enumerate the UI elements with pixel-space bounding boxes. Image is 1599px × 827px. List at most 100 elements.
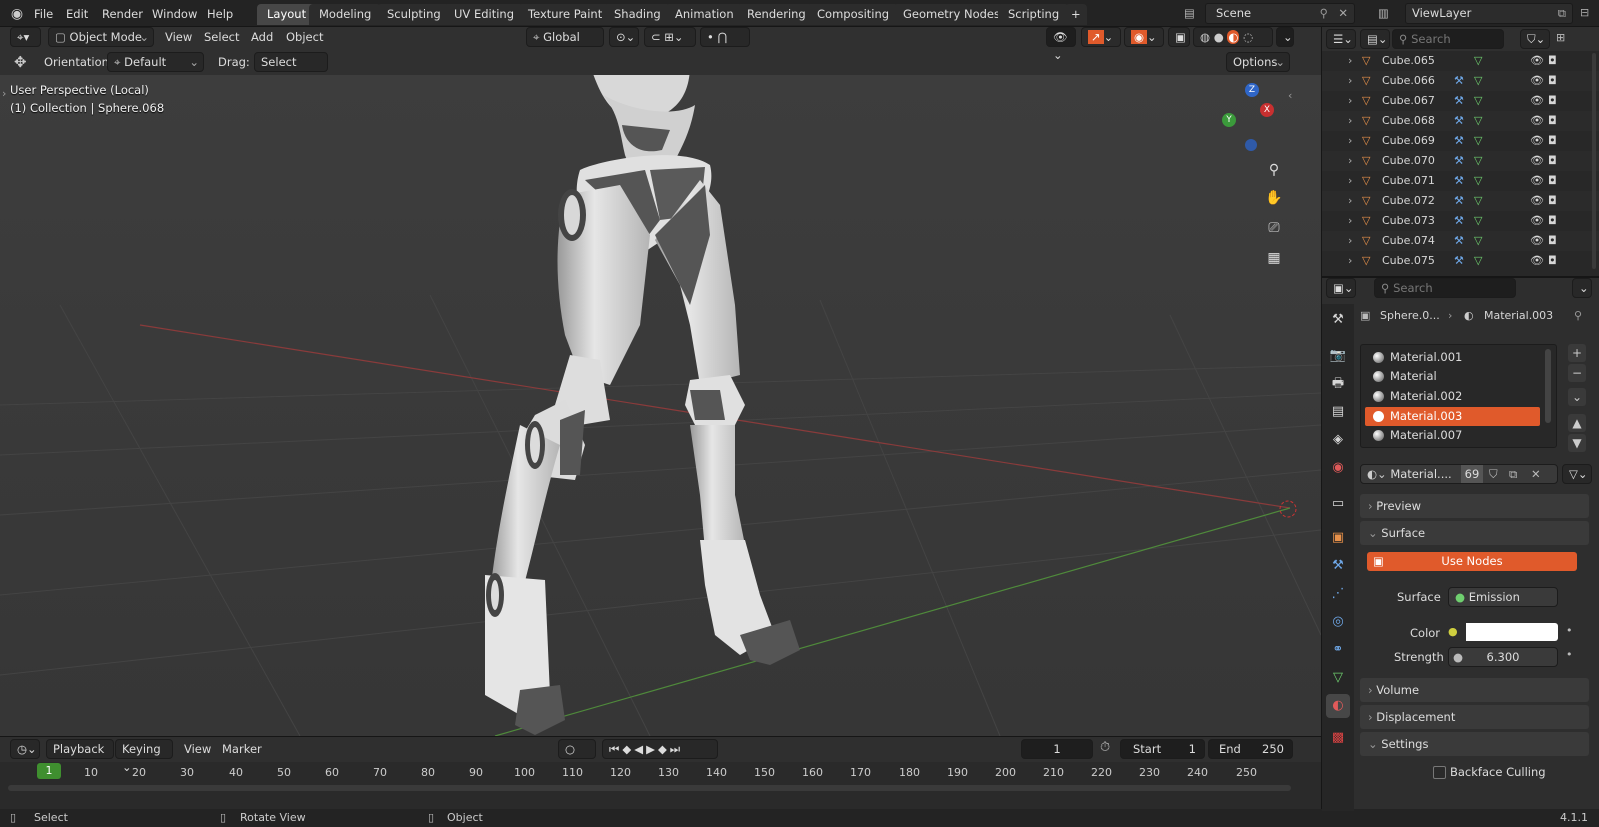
timeline-menu-view[interactable]: View <box>184 740 211 758</box>
list-item[interactable]: Material.007 <box>1365 426 1540 445</box>
expand-arrow-icon[interactable]: › <box>1348 131 1352 151</box>
list-item[interactable]: › ▽ Cube.068 ⚒ ▽ 👁 ◘ <box>1322 111 1599 131</box>
properties-search[interactable]: ⚲ Search <box>1374 278 1516 298</box>
menu-edit[interactable]: Edit <box>66 5 88 23</box>
panel-preview[interactable]: › Preview <box>1360 494 1589 518</box>
prev-keyframe-icon[interactable]: ◆ <box>622 742 634 756</box>
gizmo-z-icon[interactable]: Z <box>1245 83 1259 97</box>
expand-arrow-icon[interactable]: › <box>1348 71 1352 91</box>
list-item[interactable]: › ▽ Cube.073 ⚒ ▽ 👁 ◘ <box>1322 211 1599 231</box>
zoom-icon[interactable]: ⚲ <box>1261 157 1287 183</box>
proportional-editing-button[interactable]: • ⋂ <box>700 27 750 47</box>
move-slot-down-button[interactable]: ▼ <box>1568 434 1586 452</box>
auto-keying-button[interactable]: ○ <box>558 739 596 759</box>
pivot-point-button[interactable]: ⊙⌄ <box>609 27 639 47</box>
expand-arrow-icon[interactable]: › <box>1348 231 1352 251</box>
material-browse-icon[interactable]: ◐⌄ <box>1367 467 1387 481</box>
snapping-button[interactable]: ⊂ ⊞⌄ <box>644 27 696 47</box>
camera-icon[interactable]: ◘ <box>1548 51 1557 71</box>
unlink-icon[interactable]: ✕ <box>1531 465 1541 483</box>
outliner-search[interactable]: ⚲ Search <box>1392 29 1504 49</box>
material-preview-icon[interactable]: ◐ <box>1227 30 1240 44</box>
gizmo-toggle[interactable]: ↗ ⌄ <box>1081 27 1121 47</box>
visibility-button[interactable]: 👁⌄ <box>1046 27 1076 62</box>
camera-icon[interactable]: ◘ <box>1548 91 1557 111</box>
orientation-dropdown[interactable]: ⌖ Default ⌄ <box>107 52 204 72</box>
view-layer-tab-icon[interactable]: ▤ <box>1326 400 1350 424</box>
color-socket-icon[interactable]: ● <box>1448 623 1464 641</box>
gizmo-negative-z-icon[interactable] <box>1245 139 1257 151</box>
3d-viewport[interactable]: User Perspective (Local) (1) Collection … <box>0 75 1321 736</box>
expand-arrow-icon[interactable]: › <box>1348 251 1352 271</box>
eye-icon[interactable]: 👁 <box>1530 71 1544 91</box>
close-icon[interactable]: ✕ <box>1338 4 1348 23</box>
playback-controls[interactable]: ⏮◆◀▶◆⏭ <box>602 739 718 759</box>
data-tab-icon[interactable]: ▽ <box>1326 666 1350 690</box>
list-item[interactable]: › ▽ Cube.067 ⚒ ▽ 👁 ◘ <box>1322 91 1599 111</box>
scene-tab-icon[interactable]: ◈ <box>1326 428 1350 452</box>
tab-sculpting[interactable]: Sculpting <box>377 4 451 25</box>
slot-specials-button[interactable]: ⌄ <box>1568 388 1586 406</box>
list-scrollbar[interactable] <box>1545 349 1551 423</box>
navigation-gizmo[interactable]: Z X Y <box>1220 83 1280 153</box>
camera-icon[interactable]: ◘ <box>1548 151 1557 171</box>
toolbar-toggle-icon[interactable]: › <box>2 87 6 100</box>
camera-icon[interactable]: ◘ <box>1548 111 1557 131</box>
properties-editor-type-button[interactable]: ▣⌄ <box>1326 278 1356 298</box>
editor-type-button[interactable]: ⌖▾ <box>10 27 41 47</box>
timeline-editor-type-button[interactable]: ◷⌄ <box>10 739 40 759</box>
backface-culling-checkbox[interactable] <box>1433 766 1446 779</box>
tab-texture-paint[interactable]: Texture Paint <box>518 4 613 25</box>
tab-uv-editing[interactable]: UV Editing <box>444 4 524 25</box>
list-item[interactable]: › ▽ Cube.066 ⚒ ▽ 👁 ◘ <box>1322 71 1599 91</box>
camera-icon[interactable]: ◘ <box>1548 171 1557 191</box>
outliner-scrollbar[interactable] <box>1592 53 1596 269</box>
tab-geometry-nodes[interactable]: Geometry Nodes <box>893 4 1011 25</box>
add-workspace-button[interactable]: + <box>1065 4 1087 25</box>
expand-arrow-icon[interactable]: › <box>1348 51 1352 71</box>
menu-view[interactable]: View <box>165 28 192 46</box>
menu-help[interactable]: Help <box>207 5 233 23</box>
solid-shading-icon[interactable]: ● <box>1214 30 1224 44</box>
collection-tab-icon[interactable]: ▭ <box>1326 492 1350 516</box>
list-item[interactable]: › ▽ Cube.071 ⚒ ▽ 👁 ◘ <box>1322 171 1599 191</box>
eye-icon[interactable]: 👁 <box>1530 211 1544 231</box>
gizmo-y-icon[interactable]: Y <box>1222 113 1236 127</box>
constraints-tab-icon[interactable]: ⚭ <box>1326 638 1350 662</box>
keyframe-dot-icon[interactable]: • <box>1566 624 1573 637</box>
scene-selector[interactable]: ▤ Scene ⚲ ✕ <box>1184 3 1355 24</box>
list-item[interactable]: Material <box>1365 367 1540 386</box>
next-keyframe-icon[interactable]: ◆ <box>658 742 670 756</box>
menu-add[interactable]: Add <box>251 28 273 46</box>
menu-file[interactable]: File <box>34 5 53 23</box>
filter-button[interactable]: ⛉⌄ <box>1520 29 1550 49</box>
panel-displacement[interactable]: › Displacement <box>1360 705 1589 729</box>
display-mode-button[interactable]: ▤⌄ <box>1360 29 1390 49</box>
render-tab-icon[interactable]: 📷 <box>1326 344 1350 368</box>
timeline-scrollbar[interactable] <box>8 785 1291 791</box>
pan-hand-icon[interactable]: ✋ <box>1261 185 1287 211</box>
eye-icon[interactable]: 👁 <box>1530 191 1544 211</box>
tab-animation[interactable]: Animation <box>665 4 744 25</box>
shading-mode-buttons[interactable]: ◍ ● ◐ ◌ <box>1193 27 1273 47</box>
list-item[interactable]: Material.001 <box>1365 348 1540 367</box>
eye-icon[interactable]: 👁 <box>1530 91 1544 111</box>
current-frame-field[interactable]: 1 <box>1021 739 1093 759</box>
use-nodes-button[interactable]: ▣ Use Nodes <box>1367 552 1577 571</box>
surface-shader-field[interactable]: ● Emission <box>1448 587 1558 607</box>
jump-start-icon[interactable]: ⏮ <box>609 742 622 756</box>
play-reverse-icon[interactable]: ◀ <box>634 742 646 756</box>
tab-scripting[interactable]: Scripting <box>998 4 1070 25</box>
playback-dropdown[interactable]: Playback ⌄ <box>46 739 114 774</box>
expand-arrow-icon[interactable]: › <box>1348 211 1352 231</box>
fake-user-icon[interactable]: ⛉ <box>1489 465 1498 483</box>
wireframe-shading-icon[interactable]: ◍ <box>1200 30 1210 44</box>
expand-arrow-icon[interactable]: › <box>1348 91 1352 111</box>
keyframe-dot-icon[interactable]: • <box>1566 648 1573 661</box>
transform-tool-icon[interactable]: ✥ <box>14 53 27 71</box>
blender-logo-icon[interactable]: ◉ <box>8 5 26 23</box>
eye-icon[interactable]: 👁 <box>1530 111 1544 131</box>
camera-icon[interactable]: ◘ <box>1548 131 1557 151</box>
menu-window[interactable]: Window <box>152 5 197 23</box>
material-tab-icon[interactable]: ◐ <box>1326 694 1350 718</box>
